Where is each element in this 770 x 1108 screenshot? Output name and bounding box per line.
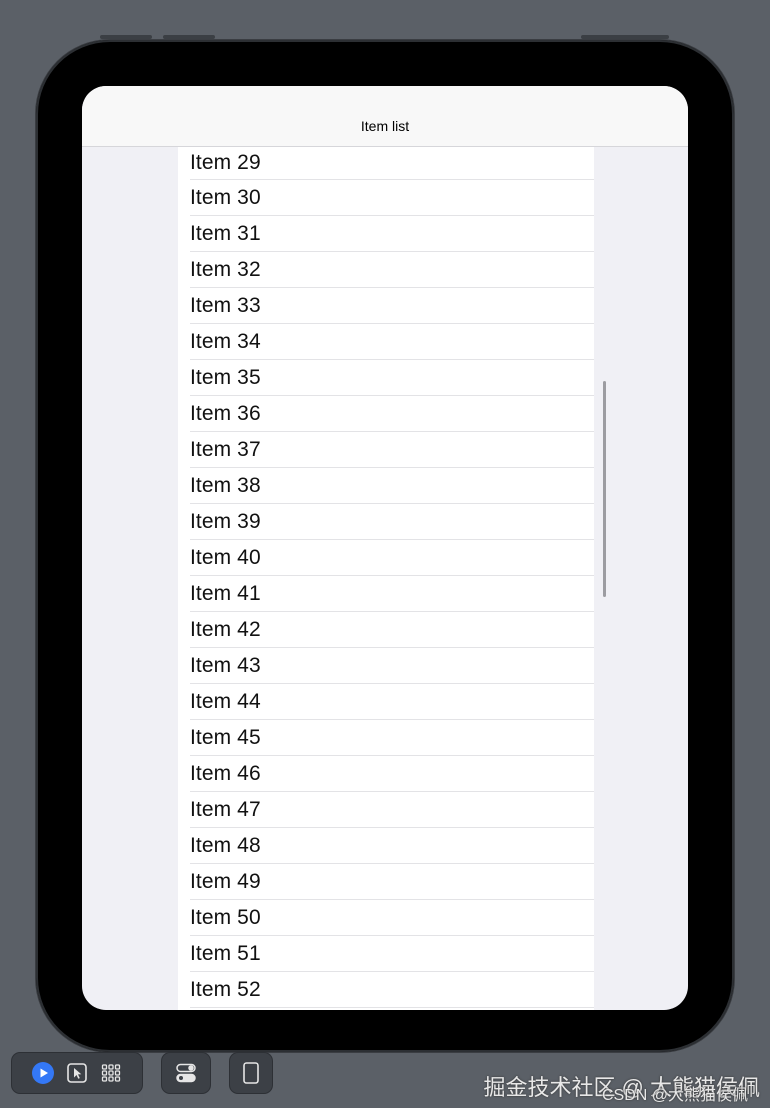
device-icon[interactable] [234,1056,268,1090]
list-item[interactable]: Item 38 [190,468,594,504]
list-item-label: Item 45 [190,725,261,749]
device-controls [230,1053,272,1093]
list-item-label: Item 52 [190,977,261,1001]
pointer-icon[interactable] [60,1056,94,1090]
list-item[interactable]: Item 43 [190,648,594,684]
scrollbar[interactable] [603,381,606,597]
hardware-button [581,35,669,39]
list-item-label: Item 44 [190,689,261,713]
list-item[interactable]: Item 42 [190,612,594,648]
list-item[interactable]: Item 41 [190,576,594,612]
list-item[interactable]: Item 29 [190,147,594,180]
list-item-label: Item 46 [190,761,261,785]
list-item[interactable]: Item 33 [190,288,594,324]
list-item-label: Item 38 [190,473,261,497]
list-item-label: Item 40 [190,545,261,569]
toggle-icon[interactable] [169,1056,203,1090]
list-item[interactable]: Item 40 [190,540,594,576]
list-item[interactable]: Item 49 [190,864,594,900]
watermark: 掘金技术社区 @ 大熊猫侯佩 CSDN @大熊猫侯佩 [483,1070,760,1104]
page-title: Item list [360,118,410,134]
hardware-button [100,35,152,39]
list-item[interactable]: Item 47 [190,792,594,828]
list-item-label: Item 34 [190,329,261,353]
list-item[interactable]: Item 50 [190,900,594,936]
list-item[interactable]: Item 36 [190,396,594,432]
navigation-bar: Item list [82,86,688,147]
hardware-button [163,35,215,39]
list-item-label: Item 29 [190,151,261,174]
list-item-label: Item 30 [190,185,261,209]
list-item[interactable]: Item 32 [190,252,594,288]
list-item-label: Item 35 [190,365,261,389]
list-item[interactable]: Item 44 [190,684,594,720]
item-list[interactable]: Item 29 Item 30 Item 31 Item 32 Item 33 Item … [178,147,594,1010]
list-item-label: Item 39 [190,509,261,533]
preview-controls [12,1053,142,1093]
list-item[interactable]: Item 51 [190,936,594,972]
list-item-label: Item 36 [190,401,261,425]
list-item-label: Item 48 [190,833,261,857]
list-item-label: Item 50 [190,905,261,929]
list-item-label: Item 42 [190,617,261,641]
list-item-label: Item 33 [190,293,261,317]
list-item[interactable]: Item 46 [190,756,594,792]
list-item[interactable]: Item 48 [190,828,594,864]
list-item[interactable]: Item 52 [190,972,594,1008]
list-item-label: Item 41 [190,581,261,605]
list-item-label: Item 31 [190,221,261,245]
list-item-label: Item 49 [190,869,261,893]
list-item[interactable]: Item 30 [190,180,594,216]
list-item[interactable]: Item 34 [190,324,594,360]
list-item[interactable]: Item 39 [190,504,594,540]
list-item[interactable]: Item 45 [190,720,594,756]
grid-icon[interactable] [94,1056,128,1090]
variant-controls [162,1053,210,1093]
list-item-label: Item 51 [190,941,261,965]
list-item-label: Item 37 [190,437,261,461]
list-item[interactable]: Item 37 [190,432,594,468]
list-item-label: Item 32 [190,257,261,281]
list-item-label: Item 47 [190,797,261,821]
list-item-label: Item 43 [190,653,261,677]
list-item[interactable]: Item 31 [190,216,594,252]
watermark-line: CSDN @大熊猫侯佩 [601,1087,748,1104]
list-item[interactable]: Item 35 [190,360,594,396]
play-icon[interactable] [26,1056,60,1090]
device-screen: Item list Item 29 Item 30 Item 31 Item 32 It… [82,86,688,1010]
